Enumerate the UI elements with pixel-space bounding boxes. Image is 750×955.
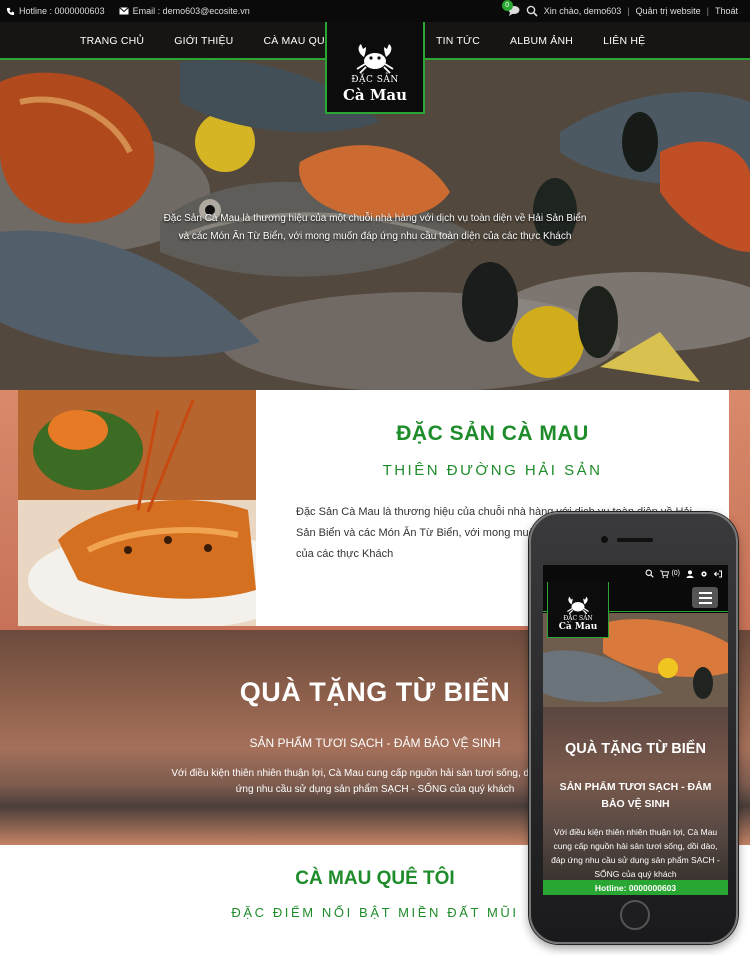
about-title: ĐẶC SẢN CÀ MAU bbox=[396, 422, 589, 445]
site-logo[interactable]: ĐẶC SẢN Cà Mau bbox=[325, 22, 425, 114]
cart-button[interactable]: 0 bbox=[501, 0, 520, 17]
separator: | bbox=[627, 6, 630, 16]
mobile-gift-subtitle: SẢN PHẨM TƯƠI SẠCH - ĐẢM BẢO VỆ SINH bbox=[559, 781, 712, 810]
logout-link[interactable]: Thoát bbox=[715, 6, 738, 16]
top-bar: Hotline : 0000000603 Email : demo603@eco… bbox=[0, 0, 750, 22]
logout-icon[interactable] bbox=[714, 570, 722, 578]
hero-line-2: và các Món Ăn Từ Biển, với mong muốn đáp… bbox=[178, 231, 572, 242]
mobile-logo-line-1: ĐẶC SẢN bbox=[563, 615, 593, 622]
crab-icon bbox=[567, 596, 589, 615]
gift-description: Với điều kiện thiên nhiên thuận lợi, Cà … bbox=[171, 768, 579, 795]
mobile-logo-line-2: Cà Mau bbox=[558, 622, 598, 632]
hotline: Hotline : 0000000603 bbox=[6, 6, 105, 16]
mobile-top-bar: (0) bbox=[543, 565, 728, 582]
nav-item-about[interactable]: GIỚI THIỆU bbox=[174, 35, 233, 47]
nav-left: TRANG CHỦ GIỚI THIỆU CÀ MAU QUÊ TÔI bbox=[80, 22, 353, 60]
phone-icon bbox=[6, 7, 15, 15]
mobile-gift-section: QUÀ TẶNG TỪ BIỂN SẢN PHẨM TƯƠI SẠCH - ĐẢ… bbox=[543, 707, 728, 880]
nav-item-news[interactable]: TIN TỨC bbox=[436, 35, 480, 47]
mobile-hotline-bar[interactable]: Hotline: 0000000603 bbox=[543, 880, 728, 895]
nav-right: TIN TỨC ALBUM ẢNH LIÊN HỆ bbox=[436, 22, 645, 60]
nav-item-contact[interactable]: LIÊN HỆ bbox=[603, 35, 645, 47]
greeting-text: Xin chào, demo603 bbox=[543, 6, 622, 16]
search-icon[interactable] bbox=[645, 569, 655, 578]
admin-link[interactable]: Quản trị website bbox=[636, 6, 701, 16]
separator: | bbox=[706, 6, 709, 16]
phone-speaker bbox=[617, 538, 653, 542]
hotline-text: Hotline : 0000000603 bbox=[19, 6, 105, 16]
mobile-cart[interactable]: (0) bbox=[660, 569, 680, 578]
lobster-dish-image bbox=[18, 390, 256, 626]
phone-camera bbox=[601, 536, 608, 543]
hamburger-menu-button[interactable] bbox=[692, 587, 718, 608]
about-subtitle: THIÊN ĐƯỜNG HẢI SẢN bbox=[382, 462, 603, 479]
cart-count-badge: 0 bbox=[501, 0, 513, 11]
phone-home-button bbox=[620, 900, 650, 930]
logo-line-1: ĐẶC SẢN bbox=[351, 75, 399, 85]
mobile-gift-title: QUÀ TẶNG TỪ BIỂN bbox=[565, 741, 706, 757]
mobile-cart-count: (0) bbox=[671, 570, 680, 577]
email: Email : demo603@ecosite.vn bbox=[118, 6, 250, 16]
search-icon[interactable] bbox=[526, 5, 538, 17]
crab-icon bbox=[356, 44, 394, 74]
lobster-photo bbox=[18, 390, 256, 626]
cart-icon bbox=[660, 569, 670, 578]
logo-line-2: Cà Mau bbox=[342, 86, 408, 104]
hero-line-1: Đặc Sản Cà Mau là thương hiệu của một ch… bbox=[163, 213, 587, 224]
user-icon[interactable] bbox=[686, 569, 694, 578]
gear-icon[interactable] bbox=[700, 570, 708, 578]
envelope-icon bbox=[118, 7, 129, 15]
nav-item-album[interactable]: ALBUM ẢNH bbox=[510, 35, 573, 47]
mobile-screen: (0) ĐẶC SẢN Cà Mau QUÀ TẶNG TỪ BIỂN SẢN … bbox=[543, 565, 728, 895]
email-text: Email : demo603@ecosite.vn bbox=[132, 6, 250, 16]
mobile-preview: (0) ĐẶC SẢN Cà Mau QUÀ TẶNG TỪ BIỂN SẢN … bbox=[529, 512, 738, 944]
mobile-logo[interactable]: ĐẶC SẢN Cà Mau bbox=[547, 582, 609, 638]
mobile-gift-description: Với điều kiện thiên nhiên thuận lợi, Cà … bbox=[551, 827, 720, 879]
hero-description: Đặc Sản Cà Mau là thương hiệu của một ch… bbox=[130, 210, 620, 246]
nav-item-home[interactable]: TRANG CHỦ bbox=[80, 35, 144, 47]
